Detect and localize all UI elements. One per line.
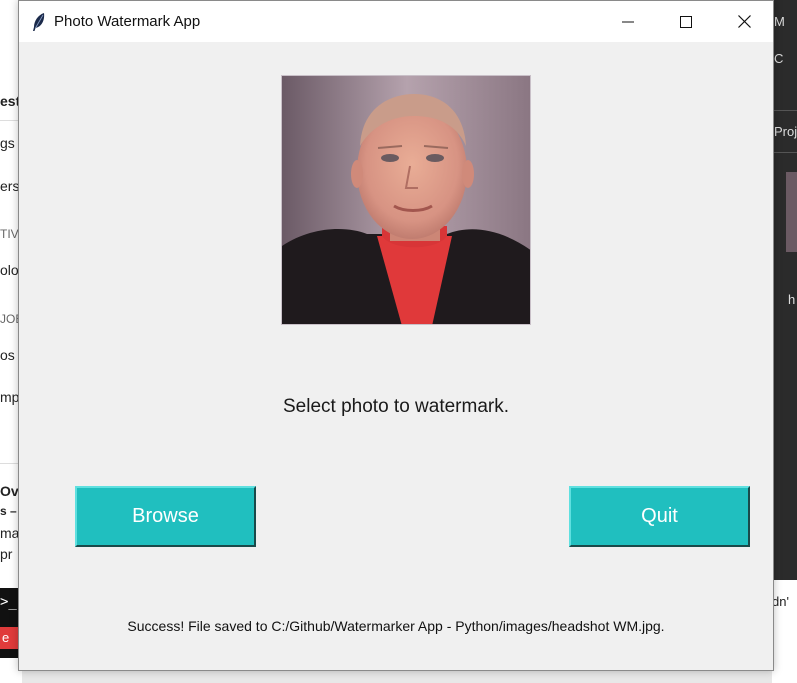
photo-image [282,76,530,324]
select-photo-label: Select photo to watermark. [283,396,509,417]
bg-right-light-area: dn' [772,580,797,683]
bg-right-text: Proj [774,124,797,139]
feather-icon [33,13,45,31]
bg-bottom-strip [22,670,772,683]
background-app-right: M C Proj h dn' [772,0,797,683]
headshot-photo [281,75,531,325]
maximize-icon [680,15,692,28]
minimize-button[interactable] [599,1,657,42]
title-bar[interactable]: Photo Watermark App [19,1,773,42]
close-icon [737,15,751,28]
bg-right-text: h [788,292,796,307]
bg-red-button: e [0,627,18,649]
bg-thumbnail [786,172,797,252]
divider [772,110,797,111]
app-window: Photo Watermark App Select photo to wate… [18,0,774,671]
minimize-icon [622,21,634,22]
window-title: Photo Watermark App [54,13,201,30]
bg-right-text: C [774,51,784,66]
window-content: Select photo to watermark. Browse Quit S… [19,42,773,670]
bg-right-text: dn' [772,594,789,609]
quit-button[interactable]: Quit [569,486,750,547]
close-button[interactable] [715,1,773,42]
bg-right-text: M [774,14,785,29]
maximize-button[interactable] [657,1,715,42]
divider [772,152,797,153]
browse-button[interactable]: Browse [75,486,256,547]
status-message: Success! File saved to C:/Github/Waterma… [127,618,665,634]
